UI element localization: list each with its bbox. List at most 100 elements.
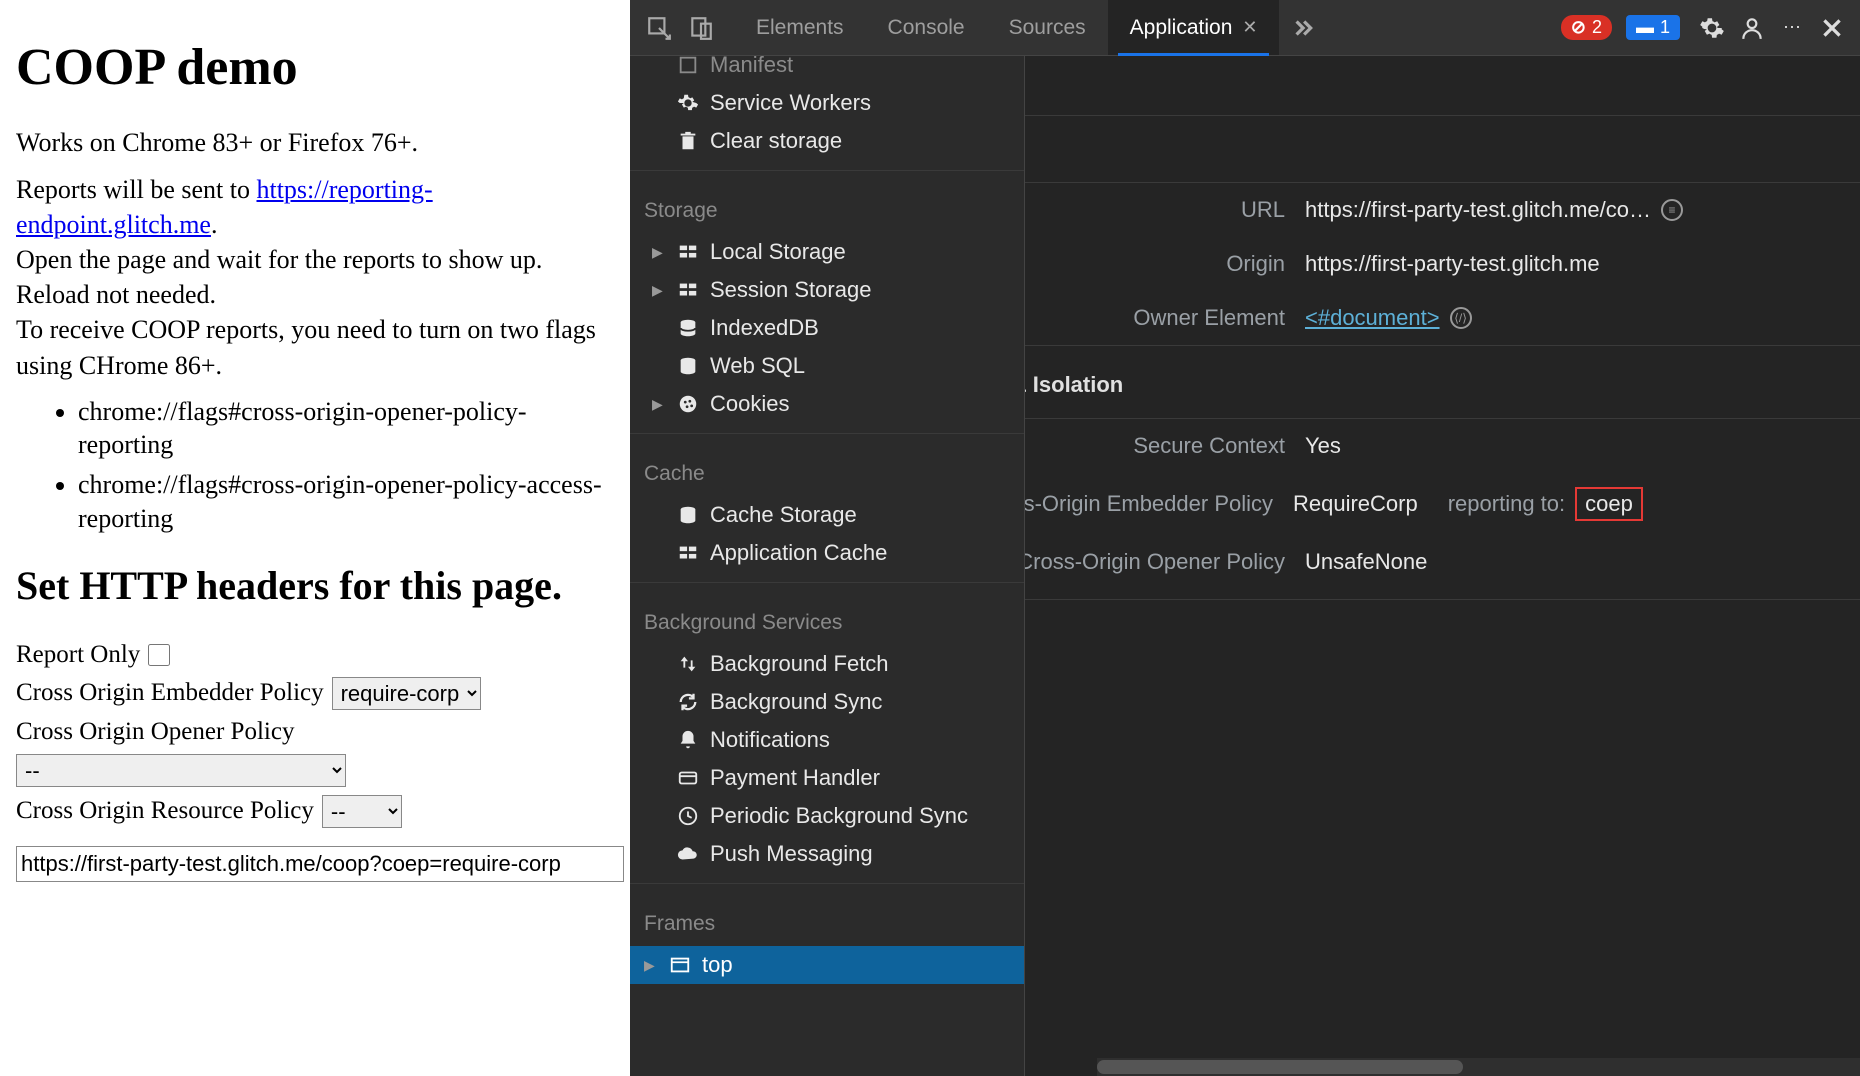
sidebar-item-label: Manifest	[710, 56, 793, 78]
sidebar-item-frame-top[interactable]: ▶ top	[630, 946, 1024, 984]
card-icon	[676, 766, 700, 790]
sync-icon	[676, 690, 700, 714]
application-sidebar: ▶ Manifest ▶ Service Workers ▶ Clear sto…	[630, 56, 1025, 1076]
clock-icon	[676, 804, 700, 828]
sidebar-item-label: top	[702, 952, 733, 978]
box-icon	[676, 56, 700, 77]
sidebar-item-websql[interactable]: ▶ Web SQL	[630, 347, 1024, 385]
sidebar-item-label: Cache Storage	[710, 502, 857, 528]
trash-icon	[676, 129, 700, 153]
updown-icon	[676, 652, 700, 676]
sidebar-item-label: Web SQL	[710, 353, 805, 379]
sidebar-item-indexeddb[interactable]: ▶ IndexedDB	[630, 309, 1024, 347]
close-icon[interactable]: ✕	[1242, 17, 1257, 38]
secure-context-label: Secure Context	[1025, 433, 1285, 459]
device-toggle-icon[interactable]	[682, 9, 720, 47]
document-section-header: ument	[1025, 116, 1860, 183]
database-icon	[676, 503, 700, 527]
coep-label: Cross Origin Embedder Policy	[16, 679, 324, 707]
url-label: URL	[1025, 197, 1285, 223]
intro-text: Works on Chrome 83+ or Firefox 76+.	[16, 125, 614, 160]
url-value: https://first-party-test.glitch.me/co…	[1305, 197, 1651, 223]
sidebar-item-label: Background Sync	[710, 689, 882, 715]
gear-icon	[676, 91, 700, 115]
storage-section-title: Storage	[630, 181, 1024, 233]
cloud-icon	[676, 842, 700, 866]
corp-select[interactable]: --	[322, 795, 402, 828]
close-devtools-icon[interactable]	[1814, 10, 1850, 46]
coop-value: UnsafeNone	[1305, 549, 1427, 575]
grid-icon	[676, 541, 700, 565]
sidebar-item-payment[interactable]: ▶ Payment Handler	[630, 759, 1024, 797]
coop-select[interactable]: --	[16, 754, 346, 787]
tab-sources[interactable]: Sources	[987, 0, 1108, 55]
url-input[interactable]	[16, 846, 624, 882]
sidebar-item-notifications[interactable]: ▶ Notifications	[630, 721, 1024, 759]
reveal-icon[interactable]: ≡	[1661, 199, 1683, 221]
sidebar-item-label: Session Storage	[710, 277, 871, 303]
coep-select[interactable]: require-corp	[332, 677, 481, 710]
report-only-checkbox[interactable]	[148, 644, 170, 666]
coep-value: RequireCorp	[1293, 491, 1418, 517]
sidebar-item-manifest[interactable]: ▶ Manifest	[630, 56, 1024, 84]
sidebar-item-cache-storage[interactable]: ▶ Cache Storage	[630, 496, 1024, 534]
reports-post: .	[211, 210, 218, 239]
sidebar-item-push[interactable]: ▶ Push Messaging	[630, 835, 1024, 873]
sidebar-item-bg-fetch[interactable]: ▶ Background Fetch	[630, 645, 1024, 683]
open-page-text: Open the page and wait for the reports t…	[16, 245, 542, 309]
database-icon	[676, 354, 700, 378]
frame-details-panel: ument URL https://first-party-test.glitc…	[1025, 56, 1860, 1076]
sidebar-item-label: Payment Handler	[710, 765, 880, 791]
settings-icon[interactable]	[1694, 10, 1730, 46]
sidebar-item-label: Cookies	[710, 391, 789, 417]
coep-label: ross-Origin Embedder Policy	[1025, 491, 1273, 517]
error-badge[interactable]: ⊘2	[1561, 15, 1612, 40]
origin-label: Origin	[1025, 251, 1285, 277]
grid-icon	[676, 240, 700, 264]
horizontal-scrollbar[interactable]	[1097, 1058, 1860, 1076]
corp-label: Cross Origin Resource Policy	[16, 797, 314, 825]
sidebar-item-local-storage[interactable]: ▶ Local Storage	[630, 233, 1024, 271]
cache-section-title: Cache	[630, 444, 1024, 496]
sidebar-item-label: Notifications	[710, 727, 830, 753]
database-icon	[676, 316, 700, 340]
sidebar-item-periodic-sync[interactable]: ▶ Periodic Background Sync	[630, 797, 1024, 835]
bg-section-title: Background Services	[630, 593, 1024, 645]
sidebar-item-bg-sync[interactable]: ▶ Background Sync	[630, 683, 1024, 721]
issues-badge[interactable]: ▬1	[1626, 15, 1680, 40]
reveal-icon[interactable]: ⟨/⟩	[1450, 307, 1472, 329]
sidebar-item-label: Local Storage	[710, 239, 846, 265]
tab-application[interactable]: Application ✕	[1108, 0, 1280, 55]
sidebar-item-label: Service Workers	[710, 90, 871, 116]
sidebar-item-application-cache[interactable]: ▶ Application Cache	[630, 534, 1024, 572]
webpage-content: COOP demo Works on Chrome 83+ or Firefox…	[0, 0, 630, 1076]
devtools-panel: Elements Console Sources Application ✕ ⊘…	[630, 0, 1860, 1076]
more-tabs-icon[interactable]	[1283, 9, 1321, 47]
sidebar-item-label: Push Messaging	[710, 841, 873, 867]
sidebar-item-cookies[interactable]: ▶ Cookies	[630, 385, 1024, 423]
tab-elements[interactable]: Elements	[734, 0, 866, 55]
tab-console[interactable]: Console	[866, 0, 987, 55]
coop-label: Cross Origin Opener Policy	[16, 718, 294, 746]
sidebar-item-clear-storage[interactable]: ▶ Clear storage	[630, 122, 1024, 160]
tab-list: Elements Console Sources Application ✕	[734, 0, 1279, 55]
page-title: COOP demo	[16, 38, 614, 97]
profile-icon[interactable]	[1734, 10, 1770, 46]
origin-value: https://first-party-test.glitch.me	[1305, 251, 1600, 277]
owner-label: Owner Element	[1025, 305, 1285, 331]
devtools-tabbar: Elements Console Sources Application ✕ ⊘…	[630, 0, 1860, 56]
cookie-icon	[676, 392, 700, 416]
bell-icon	[676, 728, 700, 752]
grid-icon	[676, 278, 700, 302]
inspect-icon[interactable]	[640, 9, 678, 47]
issues-count: 1	[1660, 17, 1670, 38]
sidebar-item-session-storage[interactable]: ▶ Session Storage	[630, 271, 1024, 309]
receive-text: To receive COOP reports, you need to tur…	[16, 315, 596, 379]
sidebar-item-service-workers[interactable]: ▶ Service Workers	[630, 84, 1024, 122]
more-menu-icon[interactable]: ⋯	[1774, 10, 1810, 46]
flag-item: chrome://flags#cross-origin-opener-polic…	[78, 395, 614, 463]
report-only-label: Report Only	[16, 641, 140, 669]
owner-element-link[interactable]: <#document>	[1305, 305, 1440, 331]
sidebar-item-label: Application Cache	[710, 540, 887, 566]
chevron-right-icon: ▶	[644, 957, 658, 974]
